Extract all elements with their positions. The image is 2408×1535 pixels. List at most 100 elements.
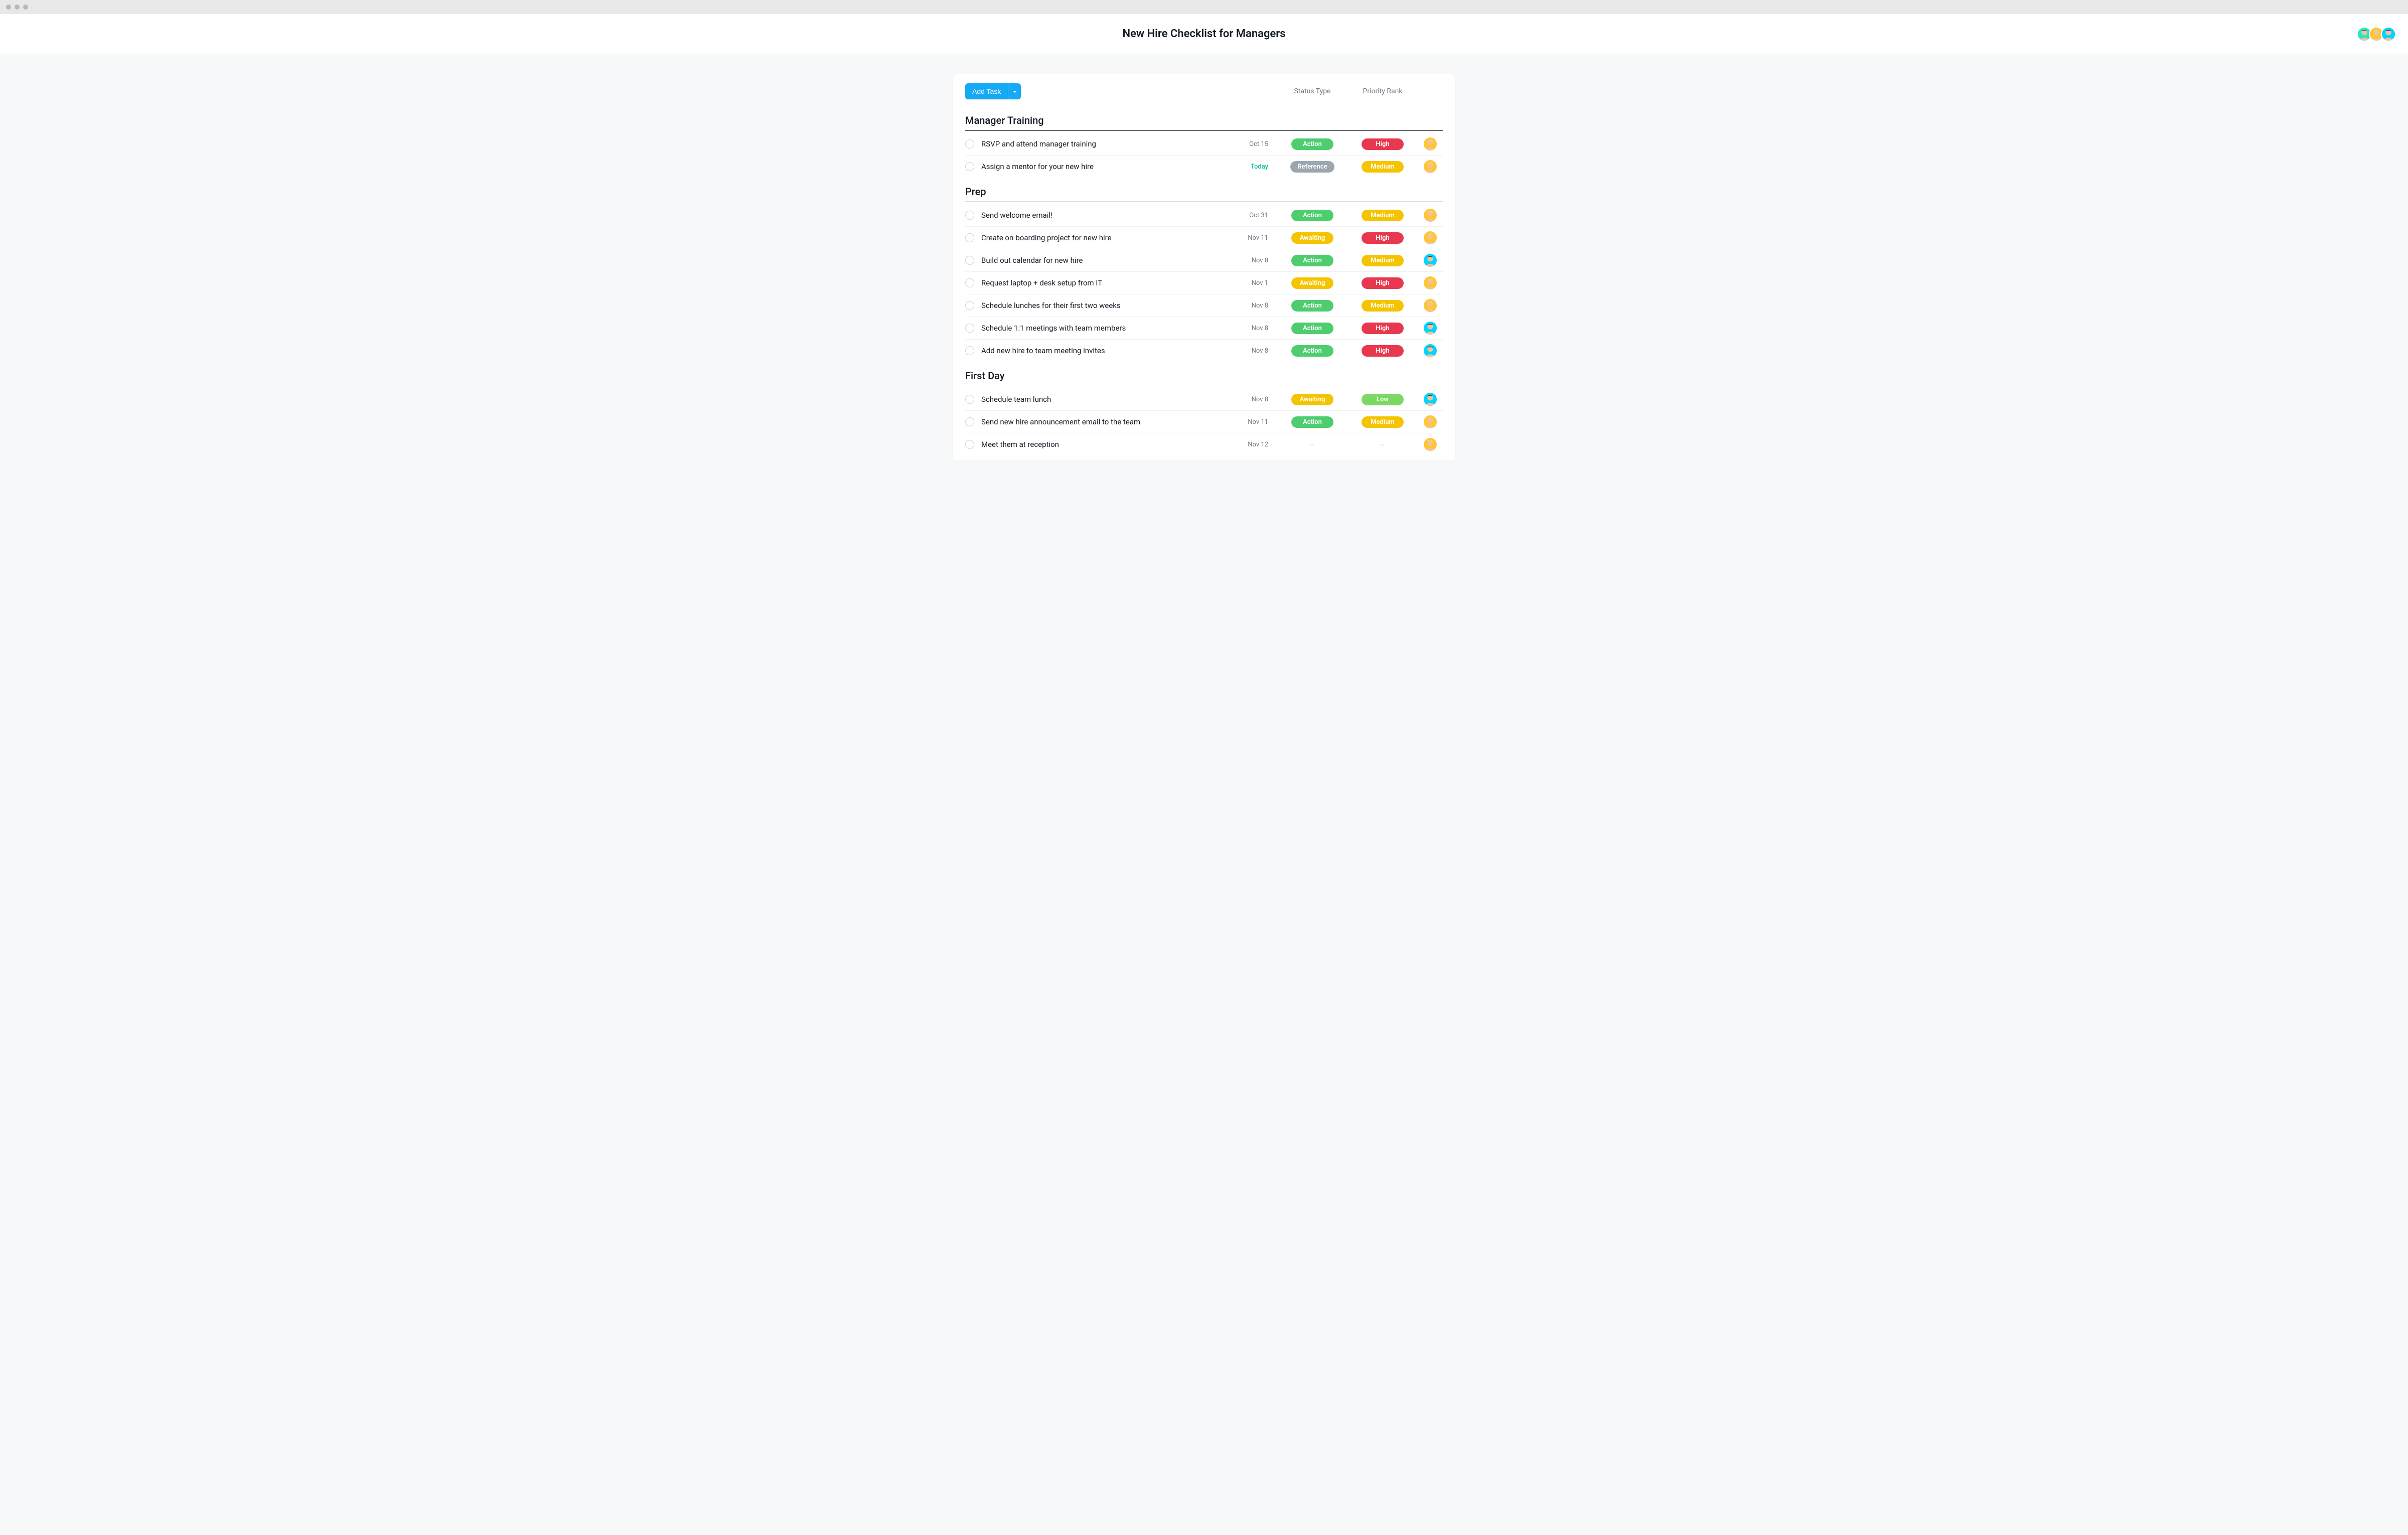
task-status-cell[interactable]: Action [1277, 345, 1347, 357]
task-priority-cell[interactable]: High [1347, 345, 1418, 357]
task-name[interactable]: Create on-boarding project for new hire [981, 233, 1237, 242]
task-priority-cell[interactable]: Medium [1347, 161, 1418, 173]
task-status-cell[interactable]: Awaiting [1277, 394, 1347, 405]
column-header-priority[interactable]: Priority Rank [1347, 87, 1418, 95]
complete-checkbox[interactable] [965, 211, 974, 220]
task-priority-cell[interactable]: Medium [1347, 300, 1418, 312]
task-name[interactable]: Schedule 1:1 meetings with team members [981, 324, 1237, 333]
task-assignee-cell[interactable] [1418, 415, 1443, 428]
task-name[interactable]: Meet them at reception [981, 440, 1237, 449]
task-name[interactable]: Request laptop + desk setup from IT [981, 278, 1237, 287]
task-due-date[interactable]: Today [1237, 163, 1277, 171]
column-header-status[interactable]: Status Type [1277, 87, 1347, 95]
section-title[interactable]: Prep [965, 178, 1443, 202]
task-name[interactable]: Schedule lunches for their first two wee… [981, 301, 1237, 310]
task-due-date[interactable]: Nov 1 [1237, 279, 1277, 287]
task-assignee-cell[interactable] [1418, 393, 1443, 406]
complete-checkbox[interactable] [965, 395, 974, 404]
task-assignee-cell[interactable] [1418, 276, 1443, 289]
task-priority-cell[interactable]: Low [1347, 394, 1418, 405]
task-row[interactable]: Create on-boarding project for new hireN… [965, 227, 1443, 249]
task-priority-cell[interactable]: High [1347, 232, 1418, 244]
task-row[interactable]: Add new hire to team meeting invitesNov … [965, 340, 1443, 362]
task-assignee-cell[interactable] [1418, 299, 1443, 312]
task-assignee-cell[interactable] [1418, 438, 1443, 451]
task-row[interactable]: Schedule 1:1 meetings with team membersN… [965, 317, 1443, 340]
assignee-avatar[interactable] [1424, 344, 1437, 357]
member-avatar[interactable] [2381, 27, 2396, 42]
task-priority-cell[interactable]: High [1347, 138, 1418, 150]
task-name[interactable]: Schedule team lunch [981, 395, 1237, 404]
complete-checkbox[interactable] [965, 162, 974, 171]
task-row[interactable]: Schedule lunches for their first two wee… [965, 294, 1443, 317]
assignee-avatar[interactable] [1424, 438, 1437, 451]
complete-checkbox[interactable] [965, 346, 974, 355]
section-title[interactable]: Manager Training [965, 106, 1443, 131]
assignee-avatar[interactable] [1424, 393, 1437, 406]
task-priority-cell[interactable]: Medium [1347, 255, 1418, 266]
complete-checkbox[interactable] [965, 139, 974, 148]
task-assignee-cell[interactable] [1418, 254, 1443, 267]
complete-checkbox[interactable] [965, 233, 974, 242]
complete-checkbox[interactable] [965, 417, 974, 426]
task-priority-cell[interactable]: High [1347, 323, 1418, 334]
task-due-date[interactable]: Nov 8 [1237, 257, 1277, 264]
add-task-dropdown[interactable] [1008, 83, 1021, 99]
complete-checkbox[interactable] [965, 324, 974, 333]
task-row[interactable]: Meet them at receptionNov 12—— [965, 433, 1443, 455]
task-due-date[interactable]: Oct 31 [1237, 212, 1277, 219]
task-status-cell[interactable]: Action [1277, 138, 1347, 150]
task-priority-cell[interactable]: — [1347, 440, 1418, 449]
task-due-date[interactable]: Nov 8 [1237, 396, 1277, 403]
assignee-avatar[interactable] [1424, 299, 1437, 312]
task-due-date[interactable]: Nov 11 [1237, 234, 1277, 242]
task-status-cell[interactable]: Action [1277, 300, 1347, 312]
task-name[interactable]: Build out calendar for new hire [981, 256, 1237, 265]
task-due-date[interactable]: Nov 8 [1237, 347, 1277, 355]
task-assignee-cell[interactable] [1418, 137, 1443, 150]
task-row[interactable]: Assign a mentor for your new hireTodayRe… [965, 156, 1443, 178]
add-task-button[interactable]: Add Task [965, 83, 1008, 99]
task-assignee-cell[interactable] [1418, 344, 1443, 357]
assignee-avatar[interactable] [1424, 322, 1437, 335]
section-title[interactable]: First Day [965, 362, 1443, 386]
project-members[interactable] [2360, 27, 2396, 42]
task-priority-cell[interactable]: Medium [1347, 210, 1418, 221]
assignee-avatar[interactable] [1424, 415, 1437, 428]
task-assignee-cell[interactable] [1418, 209, 1443, 222]
task-status-cell[interactable]: Action [1277, 255, 1347, 266]
complete-checkbox[interactable] [965, 256, 974, 265]
task-status-cell[interactable]: Action [1277, 323, 1347, 334]
task-assignee-cell[interactable] [1418, 231, 1443, 244]
complete-checkbox[interactable] [965, 278, 974, 287]
task-status-cell[interactable]: Awaiting [1277, 277, 1347, 289]
assignee-avatar[interactable] [1424, 231, 1437, 244]
complete-checkbox[interactable] [965, 440, 974, 449]
task-status-cell[interactable]: — [1277, 440, 1347, 449]
assignee-avatar[interactable] [1424, 276, 1437, 289]
task-status-cell[interactable]: Reference [1277, 161, 1347, 173]
task-assignee-cell[interactable] [1418, 160, 1443, 173]
task-priority-cell[interactable]: Medium [1347, 416, 1418, 428]
task-name[interactable]: Add new hire to team meeting invites [981, 346, 1237, 355]
task-due-date[interactable]: Nov 8 [1237, 325, 1277, 332]
task-row[interactable]: Schedule team lunchNov 8AwaitingLow [965, 388, 1443, 411]
task-row[interactable]: Build out calendar for new hireNov 8Acti… [965, 249, 1443, 272]
task-status-cell[interactable]: Action [1277, 416, 1347, 428]
task-name[interactable]: Assign a mentor for your new hire [981, 162, 1237, 171]
task-status-cell[interactable]: Action [1277, 210, 1347, 221]
task-assignee-cell[interactable] [1418, 322, 1443, 335]
task-name[interactable]: RSVP and attend manager training [981, 139, 1237, 148]
task-priority-cell[interactable]: High [1347, 277, 1418, 289]
task-due-date[interactable]: Nov 8 [1237, 302, 1277, 310]
task-due-date[interactable]: Nov 11 [1237, 418, 1277, 426]
task-row[interactable]: Send welcome email!Oct 31ActionMedium [965, 204, 1443, 227]
assignee-avatar[interactable] [1424, 137, 1437, 150]
task-due-date[interactable]: Nov 12 [1237, 441, 1277, 448]
task-row[interactable]: Send new hire announcement email to the … [965, 411, 1443, 433]
assignee-avatar[interactable] [1424, 254, 1437, 267]
task-row[interactable]: Request laptop + desk setup from ITNov 1… [965, 272, 1443, 294]
task-status-cell[interactable]: Awaiting [1277, 232, 1347, 244]
task-name[interactable]: Send welcome email! [981, 211, 1237, 220]
task-name[interactable]: Send new hire announcement email to the … [981, 417, 1237, 426]
